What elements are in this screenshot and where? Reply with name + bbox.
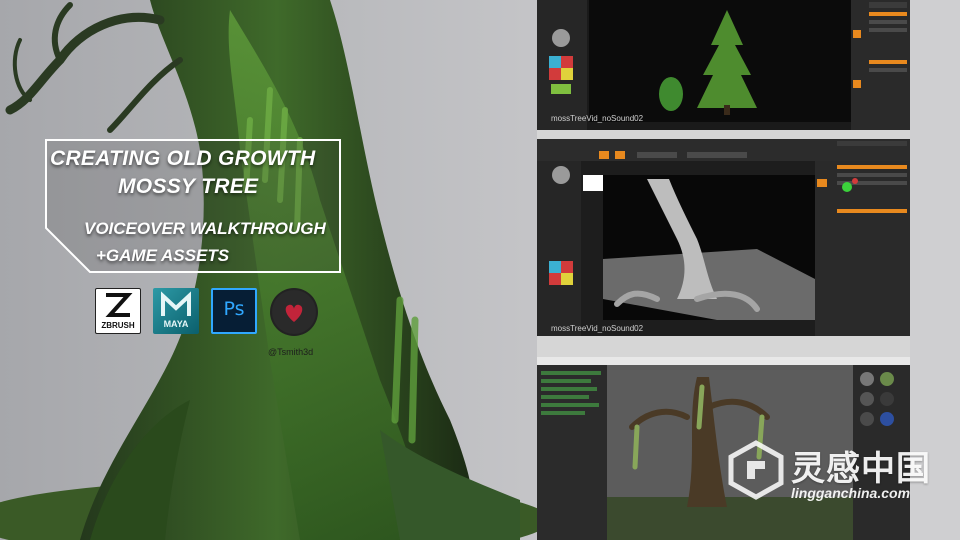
photoshop-logo: Ps bbox=[211, 288, 257, 334]
watermark-chinese-text: 灵感中国 bbox=[791, 450, 931, 488]
photoshop-label: Ps bbox=[223, 298, 245, 320]
title-line-2: MOSSY TREE bbox=[118, 175, 259, 198]
title-line-1: CREATING OLD GROWTH bbox=[50, 147, 316, 170]
panel-2-caption: mossTreeVid_noSound02 bbox=[551, 324, 644, 333]
subtitle-line-1: VOICEOVER WALKTHROUGH bbox=[84, 219, 326, 238]
watermark-domain: lingganchina.com bbox=[791, 485, 911, 501]
maya-m-icon bbox=[161, 291, 191, 316]
panel-separator-2 bbox=[537, 336, 910, 357]
zbrush-z-icon bbox=[105, 293, 133, 317]
panel-separator bbox=[537, 130, 910, 139]
maya-logo: MAYA bbox=[153, 288, 199, 334]
zbrush-screenshot-1: mossTreeVid_noSound02 bbox=[537, 0, 910, 130]
zbrush-viewport-2 bbox=[537, 139, 910, 336]
author-avatar bbox=[270, 288, 318, 336]
watermark: 灵感中国 lingganchina.com bbox=[725, 437, 945, 517]
watermark-logo-icon bbox=[728, 440, 784, 500]
zbrush-screenshot-2: mossTreeVid_noSound02 bbox=[537, 139, 910, 336]
heart-icon bbox=[272, 290, 316, 334]
maya-label: MAYA bbox=[163, 319, 189, 329]
title-card: CREATING OLD GROWTH MOSSY TREE VOICEOVER… bbox=[44, 138, 342, 274]
zbrush-label: ZBRUSH bbox=[101, 321, 135, 330]
video-thumbnail: CREATING OLD GROWTH MOSSY TREE VOICEOVER… bbox=[0, 0, 960, 540]
zbrush-logo: ZBRUSH bbox=[95, 288, 141, 334]
author-handle: @Tsmith3d bbox=[268, 347, 314, 357]
panel-1-caption: mossTreeVid_noSound02 bbox=[551, 114, 644, 123]
software-logos: ZBRUSH MAYA Ps bbox=[95, 288, 335, 340]
subtitle-line-2: +GAME ASSETS bbox=[96, 246, 230, 265]
zbrush-viewport-1 bbox=[537, 0, 910, 130]
